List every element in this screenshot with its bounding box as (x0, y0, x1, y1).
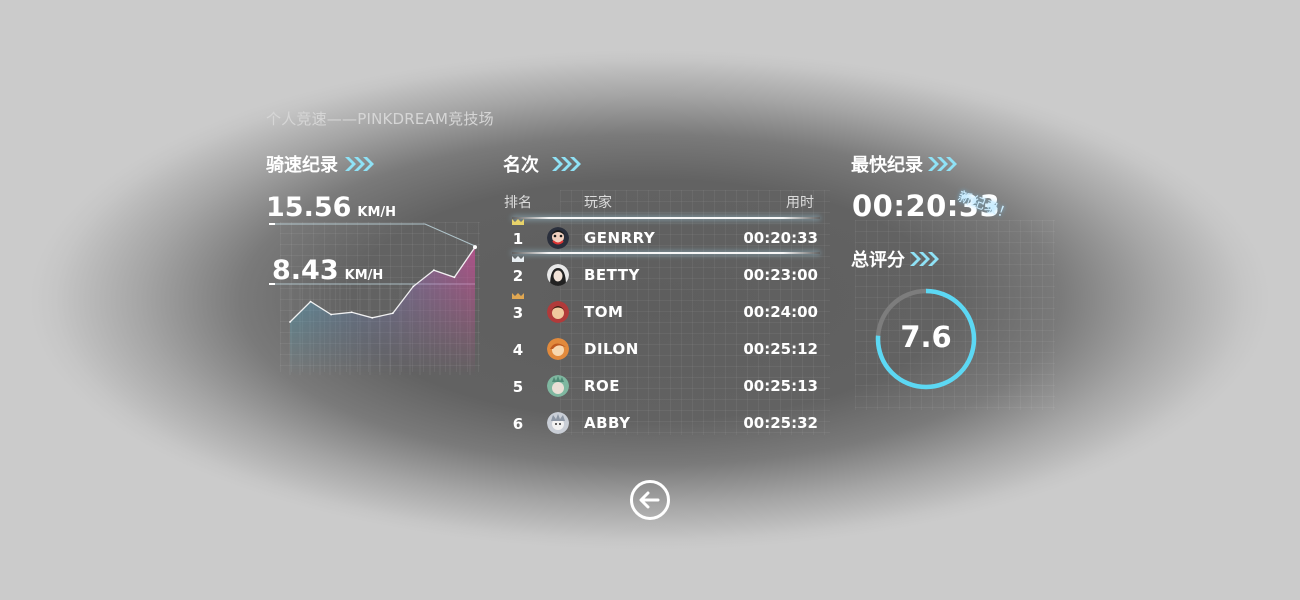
player-name: ABBY (584, 414, 631, 432)
player-time: 00:23:00 (743, 266, 818, 284)
speed-data-point (371, 316, 374, 319)
ranking-row[interactable]: 3 TOM 00:24:00 (504, 293, 820, 330)
player-name: DILON (584, 340, 639, 358)
player-time: 00:24:00 (743, 303, 818, 321)
chevrons-icon (344, 156, 374, 172)
best-record-title-label: 最快纪录 (851, 155, 923, 176)
player-time: 00:25:12 (743, 340, 818, 358)
speed-data-point (350, 311, 353, 314)
ranking-row[interactable]: 2 BETTY 00:23:00 (504, 256, 820, 293)
back-button[interactable] (629, 479, 671, 521)
speed-data-point (330, 313, 333, 316)
best-record-title: 最快纪录 (851, 151, 957, 177)
max-speed-reference-line (270, 223, 476, 247)
player-avatar (547, 375, 569, 397)
speed-record-title: 骑速纪录 (266, 151, 374, 177)
ranking-row[interactable]: 1 GENRRY 00:20:33 (504, 219, 820, 256)
ranking-row[interactable]: 6 ABBY 00:25:32 (504, 404, 820, 441)
player-avatar (547, 227, 569, 249)
silver-crown-icon (512, 256, 524, 262)
bronze-crown-icon (512, 293, 524, 299)
player-column-header: 玩家 (584, 195, 612, 211)
speed-chart (269, 223, 477, 375)
ranking-row[interactable]: 4 DILON 00:25:12 (504, 330, 820, 367)
speed-data-point (432, 269, 435, 272)
rank-number: 5 (512, 378, 524, 396)
player-avatar (547, 264, 569, 286)
total-score-title-label: 总评分 (851, 250, 905, 271)
total-score-value: 7.6 (900, 320, 952, 354)
player-avatar (547, 412, 569, 434)
speed-data-point (412, 285, 415, 288)
player-time: 00:20:33 (743, 229, 818, 247)
player-avatar (547, 338, 569, 360)
back-arrow-circle-icon (630, 480, 670, 520)
player-name: GENRRY (584, 229, 656, 247)
speed-data-point (309, 300, 312, 303)
rank-number: 4 (512, 341, 524, 359)
speed-record-title-label: 骑速纪录 (266, 155, 338, 176)
ranking-title: 名次 (503, 151, 581, 177)
rank-number: 2 (512, 267, 524, 285)
chevrons-icon (927, 156, 957, 172)
player-avatar (547, 301, 569, 323)
max-speed-marker (269, 223, 275, 225)
speed-data-point (453, 276, 456, 279)
avg-speed-marker (269, 283, 275, 285)
rank-column-header: 排名 (504, 195, 532, 211)
race-mode-subtitle: 个人竞速——PINKDREAM竞技场 (266, 110, 494, 128)
speed-data-point (289, 321, 291, 323)
rank-number: 3 (512, 304, 524, 322)
speed-data-point (473, 245, 477, 250)
chevrons-icon (551, 156, 581, 172)
gold-crown-icon (512, 219, 524, 225)
ranking-row[interactable]: 5 ROE 00:25:13 (504, 367, 820, 404)
speed-area-fill (290, 247, 475, 375)
player-name: TOM (584, 303, 624, 321)
player-name: BETTY (584, 266, 640, 284)
player-name: ROE (584, 377, 621, 395)
ranking-title-label: 名次 (503, 155, 539, 176)
total-score-title: 总评分 (851, 246, 939, 272)
rank-number: 1 (512, 230, 524, 248)
player-time: 00:25:13 (743, 377, 818, 395)
chevrons-icon (909, 251, 939, 267)
player-time: 00:25:32 (743, 414, 818, 432)
speed-data-point (391, 312, 394, 315)
rank-number: 6 (512, 415, 524, 433)
time-column-header: 用时 (786, 195, 814, 211)
